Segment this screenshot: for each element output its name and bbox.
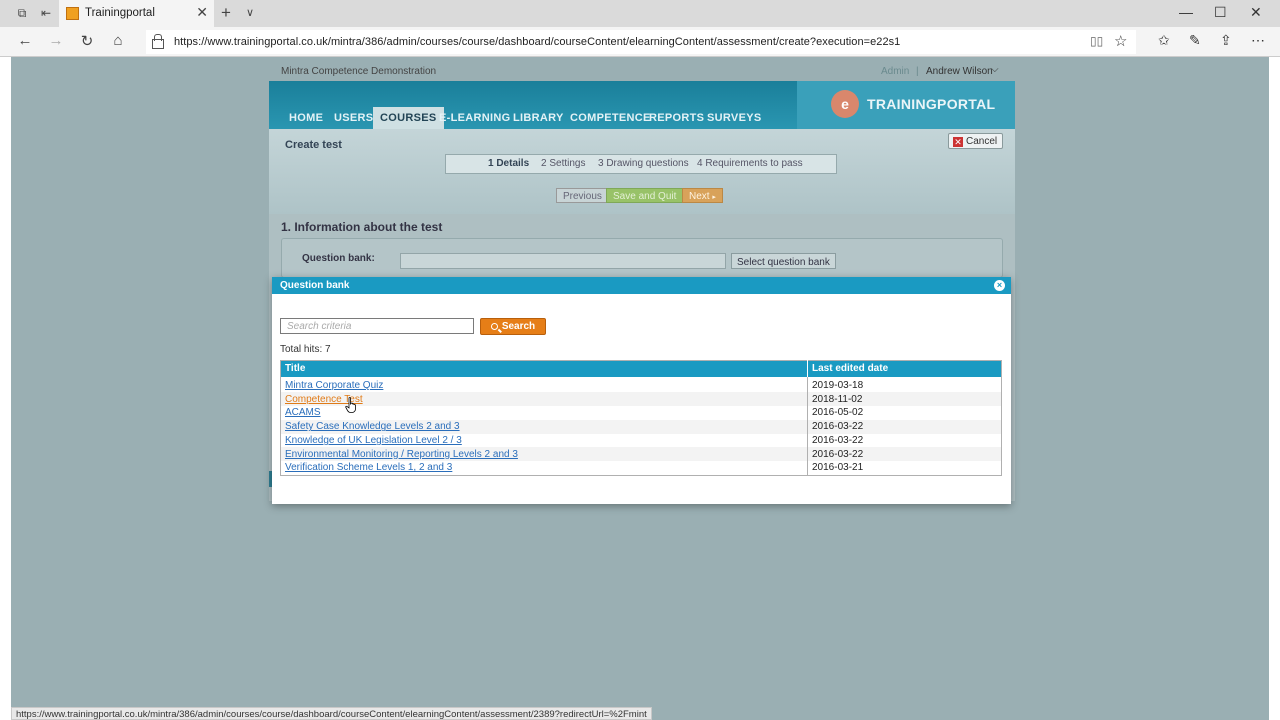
hand-cursor-icon bbox=[345, 397, 356, 413]
result-link[interactable]: Environmental Monitoring / Reporting Lev… bbox=[285, 449, 518, 460]
page-border bbox=[0, 57, 11, 720]
result-date: 2016-03-22 bbox=[812, 435, 864, 447]
menu-competence[interactable]: COMPETENCE bbox=[570, 112, 651, 124]
search-label: Search bbox=[501, 321, 536, 332]
column-header-date[interactable]: Last edited date bbox=[807, 360, 1002, 377]
next-label: Next bbox=[689, 190, 710, 202]
question-bank-label: Question bank: bbox=[302, 253, 375, 264]
select-question-bank-button[interactable]: Select question bank bbox=[731, 253, 836, 269]
menu-surveys[interactable]: SURVEYS bbox=[707, 112, 761, 124]
menu-e-learning[interactable]: E-LEARNING bbox=[439, 112, 510, 124]
maximize-icon[interactable]: ☐ bbox=[1214, 4, 1227, 21]
previous-button[interactable]: Previous bbox=[556, 188, 609, 203]
result-date: 2016-03-21 bbox=[812, 462, 864, 474]
chevron-down-icon[interactable]: ∨ bbox=[246, 6, 254, 19]
forward-icon[interactable]: → bbox=[46, 32, 66, 49]
search-icon bbox=[490, 323, 498, 330]
table-row: Verification Scheme Levels 1, 2 and 3 20… bbox=[280, 461, 1002, 476]
dialog-title: Question bank bbox=[280, 280, 350, 291]
close-window-icon[interactable]: ✕ bbox=[1250, 4, 1262, 21]
question-bank-panel: Question bank: Select question bank bbox=[281, 238, 1003, 278]
question-bank-field[interactable] bbox=[400, 253, 726, 269]
result-date: 2016-03-22 bbox=[807, 419, 1002, 434]
status-bar: https://www.trainingportal.co.uk/mintra/… bbox=[11, 707, 652, 720]
dialog-header: Question bank × bbox=[272, 277, 1011, 294]
minimize-icon[interactable]: — bbox=[1179, 4, 1193, 20]
favorite-star-icon[interactable]: ☆ bbox=[1114, 32, 1127, 50]
tab-actions-icon[interactable]: ⧉ bbox=[14, 5, 30, 21]
result-link[interactable]: Verification Scheme Levels 1, 2 and 3 bbox=[285, 462, 452, 473]
table-row: Competence Test 2018-11-02 bbox=[280, 392, 1002, 407]
close-tab-icon[interactable]: ✕ bbox=[196, 4, 208, 21]
results-table: Title Last edited date Mintra Corporate … bbox=[280, 360, 1002, 476]
address-bar[interactable]: https://www.trainingportal.co.uk/mintra/… bbox=[146, 30, 1136, 54]
logo-mark-icon: e bbox=[831, 90, 859, 118]
separator: | bbox=[916, 66, 919, 77]
reading-view-icon[interactable]: ▯▯ bbox=[1090, 34, 1103, 48]
home-icon[interactable]: ⌂ bbox=[108, 32, 128, 49]
table-row: ACAMS 2016-05-02 bbox=[280, 406, 1002, 420]
total-hits: Total hits: 7 bbox=[280, 344, 331, 355]
more-icon[interactable]: ⋯ bbox=[1251, 32, 1265, 49]
menu-home[interactable]: HOME bbox=[289, 112, 323, 124]
admin-link[interactable]: Admin bbox=[881, 66, 909, 77]
cancel-button[interactable]: ✕ Cancel bbox=[948, 133, 1004, 149]
menu-users[interactable]: USERS bbox=[334, 112, 373, 124]
url-text[interactable]: https://www.trainingportal.co.uk/mintra/… bbox=[174, 36, 900, 48]
cancel-label: Cancel bbox=[966, 136, 998, 147]
next-button[interactable]: Next ▸ bbox=[682, 188, 723, 203]
chevron-down-icon[interactable]: ⌵ bbox=[991, 64, 999, 75]
menu-library[interactable]: LIBRARY bbox=[513, 112, 564, 124]
step-details[interactable]: 1 Details bbox=[488, 158, 529, 169]
step-requirements[interactable]: 4 Requirements to pass bbox=[697, 158, 803, 169]
result-date: 2016-03-22 bbox=[807, 447, 1002, 462]
table-row: Safety Case Knowledge Levels 2 and 3 201… bbox=[280, 419, 1002, 434]
close-icon: ✕ bbox=[953, 137, 963, 147]
table-row: Mintra Corporate Quiz 2019-03-18 bbox=[280, 378, 1002, 393]
save-and-quit-button[interactable]: Save and Quit bbox=[606, 188, 684, 203]
user-menu[interactable]: Andrew Wilson bbox=[926, 66, 993, 77]
table-row: Knowledge of UK Legislation Level 2 / 3 … bbox=[280, 433, 1002, 448]
site-name: Mintra Competence Demonstration bbox=[281, 66, 437, 77]
result-link[interactable]: Knowledge of UK Legislation Level 2 / 3 bbox=[285, 435, 462, 446]
refresh-icon[interactable]: ↻ bbox=[77, 32, 97, 50]
section-title: 1. Information about the test bbox=[281, 220, 443, 234]
search-input[interactable] bbox=[280, 318, 474, 334]
result-date: 2019-03-18 bbox=[812, 379, 864, 391]
result-date: 2016-05-02 bbox=[812, 407, 864, 419]
search-button[interactable]: Search bbox=[480, 318, 546, 335]
close-dialog-icon[interactable]: × bbox=[994, 280, 1005, 291]
logo[interactable]: e TRAININGPORTAL bbox=[797, 81, 1015, 129]
site-favicon-icon bbox=[66, 7, 79, 20]
menu-courses[interactable]: COURSES bbox=[373, 107, 444, 129]
browser-tab[interactable]: Trainingportal ✕ bbox=[59, 0, 214, 27]
tab-title: Trainingportal bbox=[85, 7, 155, 19]
result-link[interactable]: ACAMS bbox=[285, 407, 321, 418]
column-header-title[interactable]: Title bbox=[280, 360, 808, 377]
favorites-icon[interactable]: ✩ bbox=[1158, 32, 1170, 49]
browser-tab-bar: ⧉ ⇤ Trainingportal ✕ + ∨ — ☐ ✕ bbox=[0, 0, 1280, 27]
back-icon[interactable]: ← bbox=[15, 32, 35, 49]
step-drawing-questions[interactable]: 3 Drawing questions bbox=[598, 158, 689, 169]
logo-text: TRAININGPORTAL bbox=[867, 96, 996, 112]
result-link[interactable]: Safety Case Knowledge Levels 2 and 3 bbox=[285, 421, 460, 432]
lock-icon bbox=[152, 34, 164, 49]
result-date: 2018-11-02 bbox=[807, 392, 1002, 407]
page-title: Create test bbox=[285, 139, 342, 151]
page-subheader: Create test ✕ Cancel 1 Details 2 Settings… bbox=[269, 129, 1015, 214]
question-bank-dialog: Question bank × Search Total hits: 7 Tit… bbox=[272, 277, 1011, 504]
wizard-steps: 1 Details 2 Settings 3 Drawing questions… bbox=[445, 154, 837, 174]
share-icon[interactable]: ⇪ bbox=[1220, 32, 1232, 49]
arrow-right-icon: ▸ bbox=[712, 193, 716, 201]
new-tab-icon[interactable]: + bbox=[221, 3, 231, 23]
menu-reports[interactable]: REPORTS bbox=[649, 112, 704, 124]
result-link[interactable]: Mintra Corporate Quiz bbox=[285, 380, 383, 391]
page-border bbox=[1269, 57, 1280, 720]
portal-header: e TRAININGPORTAL HOME USERS COURSES E-LE… bbox=[269, 81, 1015, 129]
address-toolbar: ← → ↻ ⌂ https://www.trainingportal.co.uk… bbox=[0, 27, 1280, 57]
set-aside-tabs-icon[interactable]: ⇤ bbox=[38, 5, 54, 21]
table-row: Environmental Monitoring / Reporting Lev… bbox=[280, 447, 1002, 462]
pen-icon[interactable]: ✎ bbox=[1189, 32, 1201, 49]
step-settings[interactable]: 2 Settings bbox=[541, 158, 585, 169]
